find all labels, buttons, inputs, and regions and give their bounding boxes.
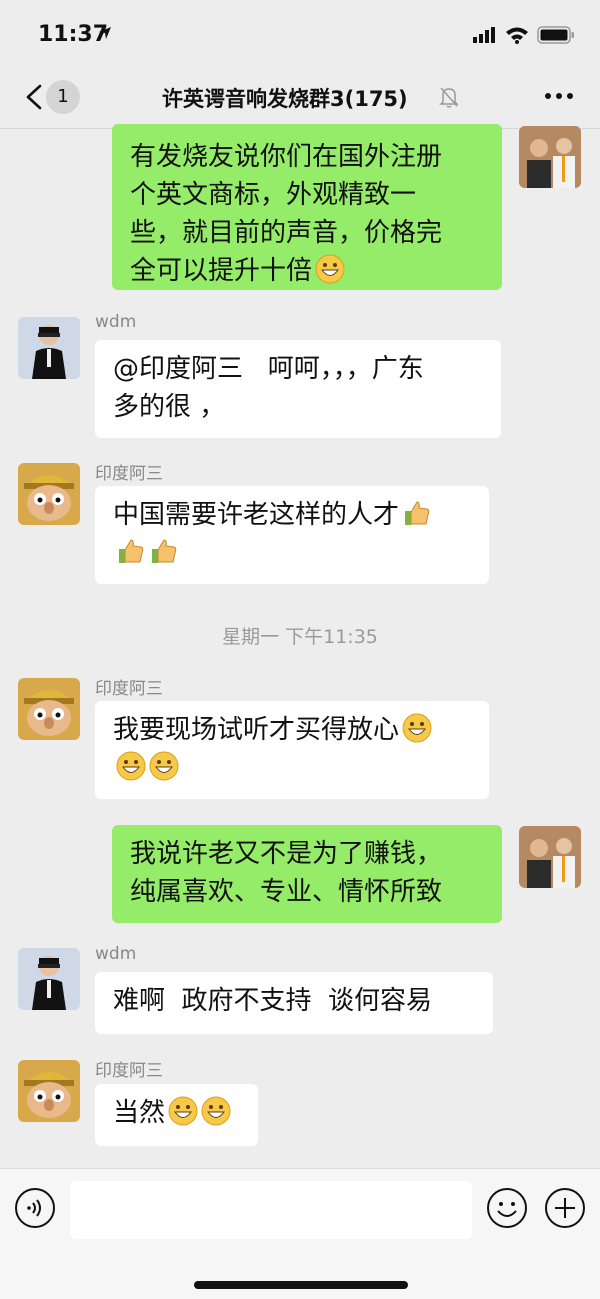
grin-emoji-icon — [315, 254, 345, 284]
status-bar: 11:37 — [0, 0, 600, 68]
message-text: @印度阿三 呵呵，，，广东 多的很 ， — [113, 354, 424, 422]
sender-name: 印度阿三 — [95, 464, 163, 484]
thumbs-up-emoji-icon — [405, 501, 430, 525]
message-text: 中国需要许老这样的人才 — [113, 500, 400, 530]
mute-bell-icon — [439, 87, 459, 108]
wifi-icon — [506, 27, 528, 44]
grin-emoji-icon — [402, 713, 432, 743]
thumbs-up-emoji-icon — [119, 539, 144, 563]
message-text: 我要现场试听才买得放心 — [113, 715, 400, 745]
message-bubble-incoming[interactable]: 当然 — [95, 1084, 258, 1146]
location-arrow-icon — [99, 27, 111, 39]
timestamp: 星期一 下午11:35 — [222, 626, 378, 648]
message-input[interactable] — [70, 1181, 472, 1239]
chat-title: 许英谔音响发烧群3(175) — [162, 87, 408, 111]
message-bubble-incoming[interactable]: 难啊 政府不支持 谈何容易 — [95, 972, 493, 1034]
grin-emoji-icon — [116, 751, 146, 781]
avatar-wdm[interactable] — [18, 317, 80, 379]
more-dots-icon[interactable] — [544, 86, 574, 106]
grin-emoji-icon — [201, 1096, 231, 1126]
battery-icon — [537, 26, 574, 44]
message-bubble-outgoing[interactable]: 我说许老又不是为了赚钱， 纯属喜欢、专业、情怀所致 — [112, 825, 502, 923]
signal-icon — [473, 27, 495, 43]
avatar-wdm[interactable] — [18, 948, 80, 1010]
input-bar — [0, 1168, 600, 1299]
message-bubble-incoming[interactable]: 中国需要许老这样的人才 — [95, 486, 489, 584]
voice-icon[interactable] — [14, 1187, 56, 1229]
sender-name: wdm — [95, 312, 137, 332]
sender-name: 印度阿三 — [95, 1061, 163, 1081]
chat-header: 1 许英谔音响发烧群3(175) — [0, 68, 600, 129]
thumbs-up-emoji-icon — [152, 539, 177, 563]
message-text: 有发烧友说你们在国外注册 个英文商标，外观精致一 些，就目前的声音，价格完 全可… — [130, 142, 443, 286]
avatar-yindu[interactable] — [18, 678, 80, 740]
avatar-yindu[interactable] — [18, 1060, 80, 1122]
plus-icon[interactable] — [544, 1187, 586, 1229]
message-bubble-outgoing[interactable]: 有发烧友说你们在国外注册 个英文商标，外观精致一 些，就目前的声音，价格完 全可… — [112, 124, 502, 290]
home-indicator — [194, 1281, 408, 1289]
avatar-yindu[interactable] — [18, 463, 80, 525]
sender-name: wdm — [95, 944, 137, 964]
emoji-face-icon[interactable] — [486, 1187, 528, 1229]
unread-badge[interactable]: 1 — [46, 80, 80, 114]
message-text: 难啊 政府不支持 谈何容易 — [113, 986, 433, 1016]
message-bubble-incoming[interactable]: 我要现场试听才买得放心 — [95, 701, 489, 799]
sender-name: 印度阿三 — [95, 679, 163, 699]
message-bubble-incoming[interactable]: @印度阿三 呵呵，，，广东 多的很 ， — [95, 340, 501, 438]
message-text: 我说许老又不是为了赚钱， 纯属喜欢、专业、情怀所致 — [130, 839, 443, 907]
grin-emoji-icon — [149, 751, 179, 781]
grin-emoji-icon — [168, 1096, 198, 1126]
avatar-self[interactable] — [519, 826, 581, 888]
avatar-self[interactable] — [519, 126, 581, 188]
message-text: 当然 — [113, 1098, 166, 1128]
